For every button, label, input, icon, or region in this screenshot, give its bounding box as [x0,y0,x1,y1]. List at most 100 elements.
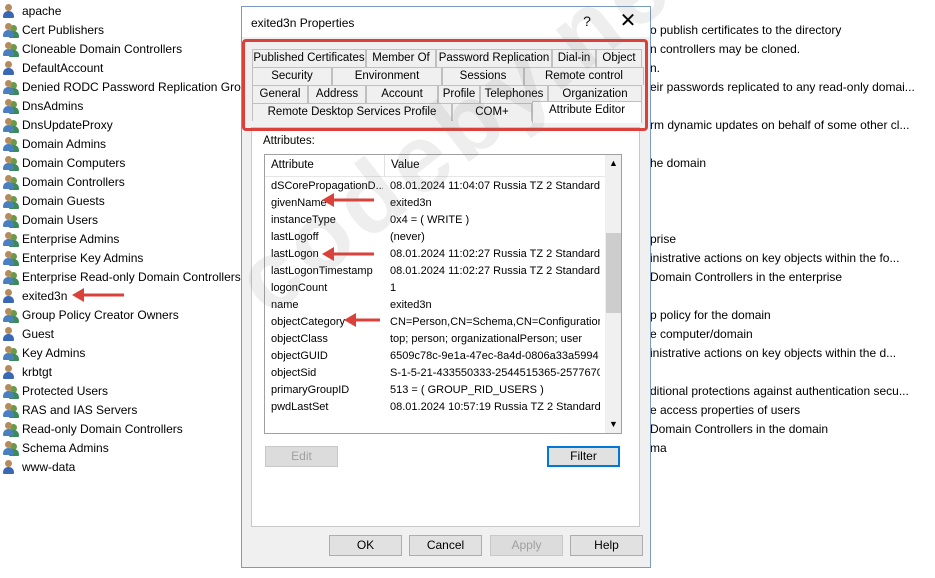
filter-button[interactable]: Filter [547,446,620,467]
scroll-thumb[interactable] [606,233,621,313]
group-icon [3,251,19,266]
user-list-item[interactable]: Enterprise Key Admins [0,249,245,268]
user-list-item-label: Cloneable Domain Controllers [22,42,183,56]
user-list-item[interactable]: RAS and IAS Servers [0,401,245,420]
tab-account[interactable]: Account [366,85,438,103]
attribute-row[interactable]: instanceType 0x4 = ( WRITE ) [265,212,605,229]
group-icon [3,441,19,456]
user-list-item[interactable]: Domain Controllers [0,173,245,192]
user-list-item[interactable]: DnsUpdateProxy [0,116,245,135]
group-icon [3,232,19,247]
attribute-row[interactable]: lastLogon 08.01.2024 11:02:27 Russia TZ 2… [265,246,605,263]
tab-object[interactable]: Object [596,49,642,67]
attributes-list[interactable]: Attribute Value dSCorePropagationD... 08.… [264,154,622,434]
user-icon [3,4,19,19]
column-header-attribute[interactable]: Attribute [271,159,314,171]
user-list-item[interactable]: Key Admins [0,344,245,363]
user-list-item[interactable]: Read-only Domain Controllers [0,420,245,439]
attribute-row[interactable]: lastLogonTimestamp 08.01.2024 11:02:27 Ru… [265,263,605,280]
user-list-item[interactable]: exited3n [0,287,245,306]
attribute-row[interactable]: objectGUID 6509c78c-9e1a-47ec-8a4d-0806a3… [265,348,605,365]
attribute-value: top; person; organizationalPerson; user [390,333,583,345]
tab-password-replication[interactable]: Password Replication [436,49,552,67]
tab-remote-control[interactable]: Remote control [524,67,644,85]
attribute-row[interactable]: dSCorePropagationD... 08.01.2024 11:04:07… [265,178,605,195]
attribute-row[interactable]: givenName exited3n [265,195,605,212]
user-list-item-label: Schema Admins [22,441,109,455]
user-list-item[interactable]: Domain Users [0,211,245,230]
attribute-name: instanceType [271,214,336,226]
description-cell: prise [650,232,677,246]
attribute-row[interactable]: objectSid S-1-5-21-433550333-2544515365-2… [265,365,605,382]
attribute-name: lastLogoff [271,231,319,243]
tab-published-certificates[interactable]: Published Certificates [252,49,366,67]
tab-remote-desktop-services-profile[interactable]: Remote Desktop Services Profile [252,103,452,121]
user-list-item[interactable]: Guest [0,325,245,344]
user-list-item-label: Domain Users [22,213,99,227]
properties-dialog: exited3n Properties ? ✕ Published Certif… [241,6,651,568]
description-cell: n. [650,61,661,75]
help-icon[interactable]: ? [579,13,595,29]
group-icon [3,422,19,437]
attribute-value: 6509c78c-9e1a-47ec-8a4d-0806a33a5994 [390,350,599,362]
group-icon [3,270,19,285]
attribute-row[interactable]: objectCategory CN=Person,CN=Schema,CN=Con… [265,314,605,331]
vertical-scrollbar[interactable]: ▲ ▼ [605,155,621,433]
tab-profile[interactable]: Profile [438,85,480,103]
user-list-item[interactable]: Domain Admins [0,135,245,154]
user-list-item[interactable]: Domain Computers [0,154,245,173]
close-icon[interactable]: ✕ [618,11,638,31]
user-list-item-label: krbtgt [22,365,53,379]
user-list-item[interactable]: www-data [0,458,245,477]
user-list-item[interactable]: Enterprise Admins [0,230,245,249]
attribute-value: 513 = ( GROUP_RID_USERS ) [390,384,544,396]
scroll-down-arrow-icon[interactable]: ▼ [605,416,621,433]
user-list-item[interactable]: Denied RODC Password Replication Gro... [0,78,245,97]
user-list-item[interactable]: Domain Guests [0,192,245,211]
column-header-value[interactable]: Value [391,159,420,171]
tab-dial-in[interactable]: Dial-in [552,49,596,67]
user-list-item[interactable]: Protected Users [0,382,245,401]
user-list-item[interactable]: Cloneable Domain Controllers [0,40,245,59]
tab-com[interactable]: COM+ [452,103,532,121]
description-cell: inistrative actions on key objects withi… [650,251,900,265]
edit-button[interactable]: Edit [265,446,338,467]
help-button[interactable]: Help [570,535,643,556]
group-icon [3,137,19,152]
attribute-row[interactable]: objectClass top; person; organizationalPe… [265,331,605,348]
attribute-name: givenName [271,197,327,209]
user-list-item[interactable]: krbtgt [0,363,245,382]
tab-attribute-editor[interactable]: Attribute Editor [532,101,642,123]
attribute-row[interactable]: pwdLastSet 08.01.2024 10:57:19 Russia TZ … [265,399,605,416]
scroll-up-arrow-icon[interactable]: ▲ [605,155,621,172]
tab-security[interactable]: Security [252,67,332,85]
attribute-rows: dSCorePropagationD... 08.01.2024 11:04:07… [265,178,605,416]
attribute-row[interactable]: name exited3n [265,297,605,314]
tab-member-of[interactable]: Member Of [366,49,436,67]
tab-address[interactable]: Address [308,85,366,103]
user-list-item[interactable]: Schema Admins [0,439,245,458]
attribute-name: dSCorePropagationD... [271,180,383,192]
user-list-item[interactable]: DnsAdmins [0,97,245,116]
user-list-item[interactable]: Cert Publishers [0,21,245,40]
title-bar: exited3n Properties ? ✕ [242,7,650,37]
attribute-name: objectCategory [271,316,345,328]
attribute-row[interactable]: primaryGroupID 513 = ( GROUP_RID_USERS ) [265,382,605,399]
user-list-item[interactable]: Enterprise Read-only Domain Controllers [0,268,245,287]
group-icon [3,99,19,114]
tab-sessions[interactable]: Sessions [442,67,524,85]
attribute-name: name [271,299,299,311]
cancel-button[interactable]: Cancel [409,535,482,556]
user-list-item[interactable]: Group Policy Creator Owners [0,306,245,325]
apply-button[interactable]: Apply [490,535,563,556]
column-separator[interactable] [384,155,385,177]
ok-button[interactable]: OK [329,535,402,556]
user-list-item[interactable]: apache [0,2,245,21]
tab-environment[interactable]: Environment [332,67,442,85]
tab-general[interactable]: General [252,85,308,103]
attribute-row[interactable]: lastLogoff (never) [265,229,605,246]
description-cell: rm dynamic updates on behalf of some oth… [650,118,910,132]
attribute-row[interactable]: logonCount 1 [265,280,605,297]
user-list-item[interactable]: DefaultAccount [0,59,245,78]
description-cell: o publish certificates to the directory [650,23,842,37]
